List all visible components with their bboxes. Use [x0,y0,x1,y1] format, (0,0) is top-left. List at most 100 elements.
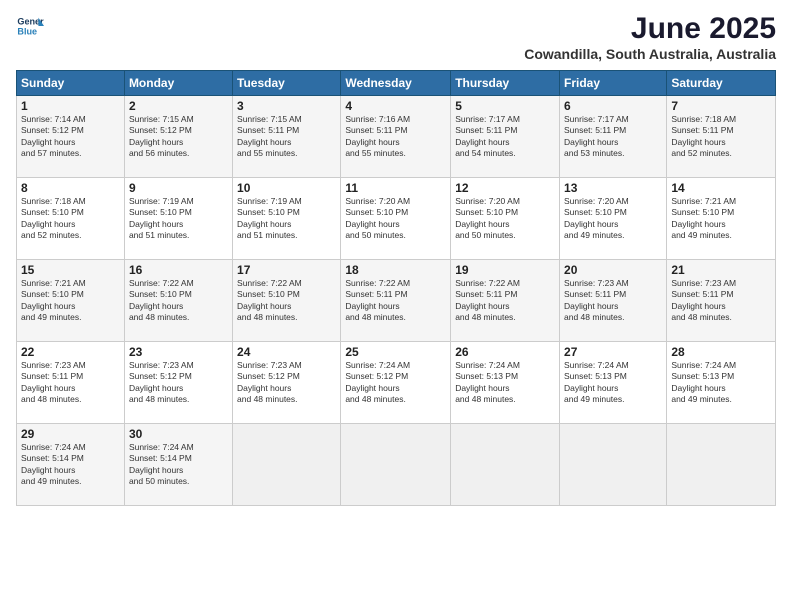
day-info: Sunrise: 7:24 AMSunset: 5:13 PMDaylight … [671,360,771,406]
col-saturday: Saturday [667,71,776,96]
calendar-cell: 7Sunrise: 7:18 AMSunset: 5:11 PMDaylight… [667,96,776,178]
day-number: 16 [129,263,228,277]
calendar-cell [233,424,341,506]
day-number: 18 [345,263,446,277]
day-number: 2 [129,99,228,113]
calendar-cell: 17Sunrise: 7:22 AMSunset: 5:10 PMDayligh… [233,260,341,342]
day-info: Sunrise: 7:24 AMSunset: 5:13 PMDaylight … [455,360,555,406]
calendar-cell: 20Sunrise: 7:23 AMSunset: 5:11 PMDayligh… [560,260,667,342]
logo: General Blue [16,12,44,40]
col-sunday: Sunday [17,71,125,96]
calendar-cell: 28Sunrise: 7:24 AMSunset: 5:13 PMDayligh… [667,342,776,424]
day-info: Sunrise: 7:24 AMSunset: 5:12 PMDaylight … [345,360,446,406]
calendar-week-row: 1Sunrise: 7:14 AMSunset: 5:12 PMDaylight… [17,96,776,178]
calendar-cell: 21Sunrise: 7:23 AMSunset: 5:11 PMDayligh… [667,260,776,342]
day-number: 20 [564,263,662,277]
day-number: 6 [564,99,662,113]
day-number: 27 [564,345,662,359]
calendar-week-row: 22Sunrise: 7:23 AMSunset: 5:11 PMDayligh… [17,342,776,424]
calendar-cell: 8Sunrise: 7:18 AMSunset: 5:10 PMDaylight… [17,178,125,260]
header: General Blue June 2025 Cowandilla, South… [16,12,776,62]
day-number: 8 [21,181,120,195]
day-number: 21 [671,263,771,277]
day-info: Sunrise: 7:21 AMSunset: 5:10 PMDaylight … [671,196,771,242]
col-tuesday: Tuesday [233,71,341,96]
day-number: 11 [345,181,446,195]
calendar-cell: 30Sunrise: 7:24 AMSunset: 5:14 PMDayligh… [124,424,232,506]
day-info: Sunrise: 7:15 AMSunset: 5:12 PMDaylight … [129,114,228,160]
calendar-cell: 26Sunrise: 7:24 AMSunset: 5:13 PMDayligh… [451,342,560,424]
day-info: Sunrise: 7:20 AMSunset: 5:10 PMDaylight … [345,196,446,242]
calendar-cell: 4Sunrise: 7:16 AMSunset: 5:11 PMDaylight… [341,96,451,178]
calendar-cell: 14Sunrise: 7:21 AMSunset: 5:10 PMDayligh… [667,178,776,260]
day-info: Sunrise: 7:17 AMSunset: 5:11 PMDaylight … [455,114,555,160]
calendar-table: Sunday Monday Tuesday Wednesday Thursday… [16,70,776,506]
calendar-cell: 1Sunrise: 7:14 AMSunset: 5:12 PMDaylight… [17,96,125,178]
day-number: 10 [237,181,336,195]
calendar-cell: 22Sunrise: 7:23 AMSunset: 5:11 PMDayligh… [17,342,125,424]
day-number: 26 [455,345,555,359]
calendar-cell: 10Sunrise: 7:19 AMSunset: 5:10 PMDayligh… [233,178,341,260]
col-thursday: Thursday [451,71,560,96]
page: General Blue June 2025 Cowandilla, South… [0,0,792,612]
calendar-cell: 16Sunrise: 7:22 AMSunset: 5:10 PMDayligh… [124,260,232,342]
day-info: Sunrise: 7:16 AMSunset: 5:11 PMDaylight … [345,114,446,160]
calendar-cell: 13Sunrise: 7:20 AMSunset: 5:10 PMDayligh… [560,178,667,260]
calendar-cell: 15Sunrise: 7:21 AMSunset: 5:10 PMDayligh… [17,260,125,342]
day-number: 12 [455,181,555,195]
calendar-cell: 18Sunrise: 7:22 AMSunset: 5:11 PMDayligh… [341,260,451,342]
day-info: Sunrise: 7:19 AMSunset: 5:10 PMDaylight … [129,196,228,242]
calendar-cell [341,424,451,506]
calendar-cell [560,424,667,506]
day-info: Sunrise: 7:24 AMSunset: 5:13 PMDaylight … [564,360,662,406]
day-info: Sunrise: 7:18 AMSunset: 5:11 PMDaylight … [671,114,771,160]
logo-icon: General Blue [16,12,44,40]
day-number: 7 [671,99,771,113]
calendar-cell: 11Sunrise: 7:20 AMSunset: 5:10 PMDayligh… [341,178,451,260]
calendar-cell: 25Sunrise: 7:24 AMSunset: 5:12 PMDayligh… [341,342,451,424]
day-info: Sunrise: 7:18 AMSunset: 5:10 PMDaylight … [21,196,120,242]
day-number: 28 [671,345,771,359]
day-info: Sunrise: 7:22 AMSunset: 5:11 PMDaylight … [345,278,446,324]
col-wednesday: Wednesday [341,71,451,96]
calendar-cell: 29Sunrise: 7:24 AMSunset: 5:14 PMDayligh… [17,424,125,506]
day-info: Sunrise: 7:24 AMSunset: 5:14 PMDaylight … [129,442,228,488]
day-info: Sunrise: 7:19 AMSunset: 5:10 PMDaylight … [237,196,336,242]
day-number: 23 [129,345,228,359]
calendar-cell: 23Sunrise: 7:23 AMSunset: 5:12 PMDayligh… [124,342,232,424]
day-info: Sunrise: 7:23 AMSunset: 5:12 PMDaylight … [129,360,228,406]
day-number: 24 [237,345,336,359]
day-number: 1 [21,99,120,113]
day-info: Sunrise: 7:23 AMSunset: 5:11 PMDaylight … [671,278,771,324]
calendar-cell: 5Sunrise: 7:17 AMSunset: 5:11 PMDaylight… [451,96,560,178]
day-info: Sunrise: 7:17 AMSunset: 5:11 PMDaylight … [564,114,662,160]
col-friday: Friday [560,71,667,96]
day-number: 3 [237,99,336,113]
day-info: Sunrise: 7:14 AMSunset: 5:12 PMDaylight … [21,114,120,160]
day-number: 4 [345,99,446,113]
calendar-cell: 24Sunrise: 7:23 AMSunset: 5:12 PMDayligh… [233,342,341,424]
day-number: 25 [345,345,446,359]
calendar-cell: 9Sunrise: 7:19 AMSunset: 5:10 PMDaylight… [124,178,232,260]
calendar-week-row: 15Sunrise: 7:21 AMSunset: 5:10 PMDayligh… [17,260,776,342]
day-info: Sunrise: 7:23 AMSunset: 5:11 PMDaylight … [564,278,662,324]
calendar-cell [451,424,560,506]
day-number: 14 [671,181,771,195]
calendar-week-row: 29Sunrise: 7:24 AMSunset: 5:14 PMDayligh… [17,424,776,506]
calendar-cell: 19Sunrise: 7:22 AMSunset: 5:11 PMDayligh… [451,260,560,342]
subtitle: Cowandilla, South Australia, Australia [524,46,776,62]
calendar-cell: 27Sunrise: 7:24 AMSunset: 5:13 PMDayligh… [560,342,667,424]
main-title: June 2025 [524,12,776,46]
calendar-week-row: 8Sunrise: 7:18 AMSunset: 5:10 PMDaylight… [17,178,776,260]
day-info: Sunrise: 7:22 AMSunset: 5:10 PMDaylight … [237,278,336,324]
day-number: 19 [455,263,555,277]
svg-text:Blue: Blue [17,26,37,36]
calendar-cell: 3Sunrise: 7:15 AMSunset: 5:11 PMDaylight… [233,96,341,178]
col-monday: Monday [124,71,232,96]
day-info: Sunrise: 7:21 AMSunset: 5:10 PMDaylight … [21,278,120,324]
title-block: June 2025 Cowandilla, South Australia, A… [524,12,776,62]
calendar-cell: 6Sunrise: 7:17 AMSunset: 5:11 PMDaylight… [560,96,667,178]
day-info: Sunrise: 7:20 AMSunset: 5:10 PMDaylight … [455,196,555,242]
day-number: 13 [564,181,662,195]
calendar-cell: 2Sunrise: 7:15 AMSunset: 5:12 PMDaylight… [124,96,232,178]
